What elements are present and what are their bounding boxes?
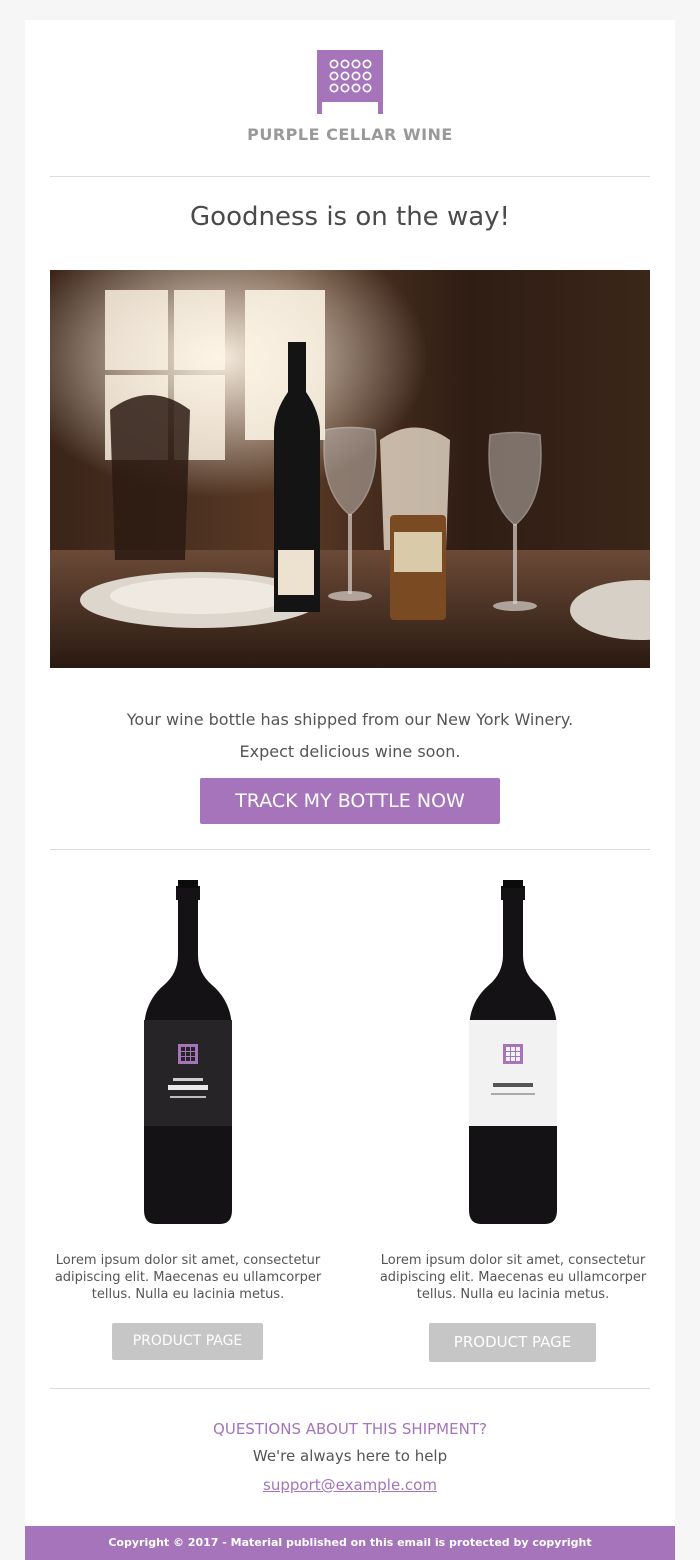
support-email-row: support@example.com — [25, 1476, 675, 1494]
support-title: QUESTIONS ABOUT THIS SHIPMENT? — [213, 1420, 487, 1438]
support-subtitle: We're always here to help — [252, 1447, 448, 1465]
divider-bottom — [50, 1388, 650, 1389]
wine-bottle-white-label-image — [469, 880, 557, 1224]
divider-top — [50, 176, 650, 177]
email-container: PURPLE CELLAR WINE Goodness is on the wa… — [25, 20, 675, 1560]
divider-middle — [50, 849, 650, 850]
shipment-message: Your wine bottle has shipped from our Ne… — [126, 710, 574, 729]
product-page-button[interactable]: PRODUCT PAGE — [112, 1323, 263, 1360]
hero-image — [50, 270, 650, 668]
support-email-link[interactable]: support@example.com — [263, 1476, 437, 1494]
track-bottle-button[interactable]: TRACK MY BOTTLE NOW — [200, 778, 500, 824]
footer-copyright: Copyright © 2017 - Material published on… — [25, 1526, 675, 1560]
brand-name: PURPLE CELLAR WINE — [247, 125, 453, 144]
product-description: Lorem ipsum dolor sit amet, consectetur … — [379, 1253, 647, 1302]
page-title: Goodness is on the way! — [190, 202, 510, 232]
wine-rack-icon — [317, 50, 383, 114]
wine-bottle-black-label-image — [144, 880, 232, 1224]
product-page-button[interactable]: PRODUCT PAGE — [429, 1323, 596, 1362]
shipment-expectation: Expect delicious wine soon. — [239, 742, 461, 761]
product-description: Lorem ipsum dolor sit amet, consectetur … — [54, 1253, 322, 1302]
